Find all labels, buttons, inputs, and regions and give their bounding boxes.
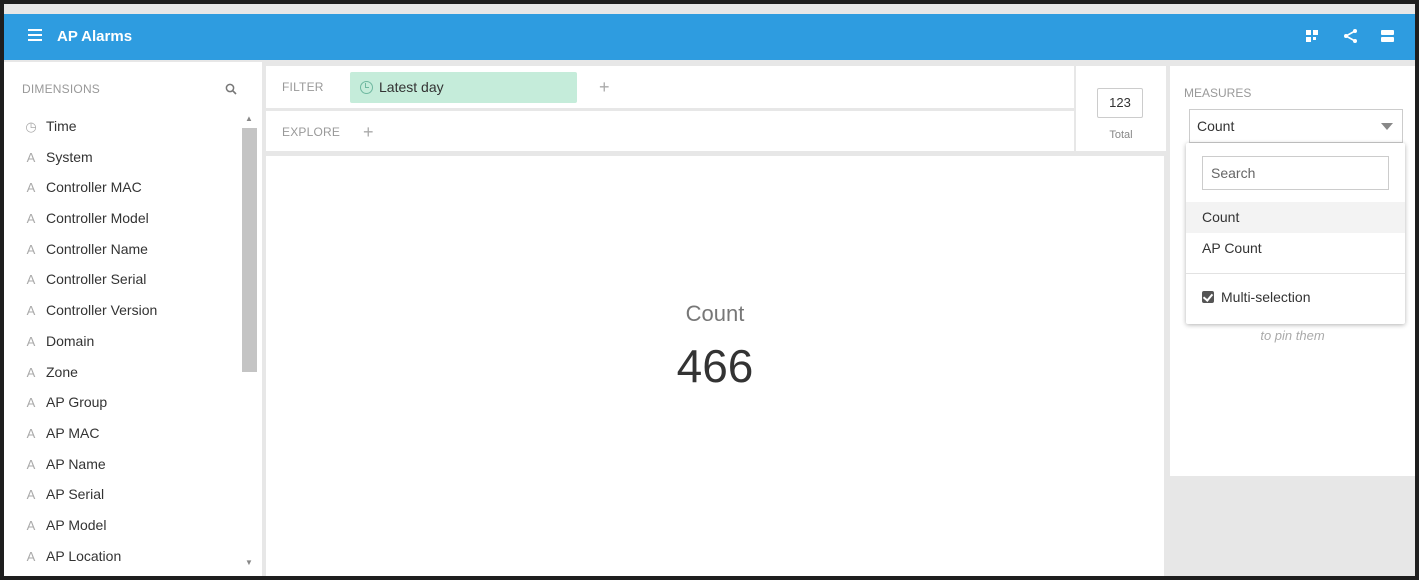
page-title: AP Alarms (57, 28, 133, 45)
string-icon: A (26, 517, 36, 533)
dimension-item[interactable]: A AP Name (4, 449, 240, 480)
measure-option[interactable]: Count (1186, 202, 1405, 233)
multi-selection-label: Multi-selection (1221, 289, 1311, 305)
dimension-label: AP Name (46, 455, 106, 472)
dimension-item[interactable]: ◷ Time (4, 111, 240, 142)
dimension-item[interactable]: A Controller Version (4, 295, 240, 326)
dimensions-scrollbar[interactable]: ▲ ▼ (242, 114, 258, 574)
scroll-up-arrow-icon[interactable]: ▲ (245, 114, 253, 123)
header-bar: AP Alarms (4, 14, 1415, 60)
string-icon: A (26, 241, 36, 257)
dimensions-panel: DIMENSIONS ◷ Time A System A Controller MAC… (4, 62, 262, 576)
string-icon: A (26, 333, 36, 349)
string-icon: A (26, 180, 36, 196)
dimensions-heading: DIMENSIONS (22, 82, 101, 96)
measure-label: Count (685, 301, 745, 326)
measures-heading: MEASURES (1184, 86, 1252, 100)
dimension-label: Controller MAC (46, 179, 142, 196)
dimension-item[interactable]: A AP Serial (4, 479, 240, 510)
measure-dropdown: Count AP Count Multi-selection (1186, 143, 1405, 324)
dimension-item[interactable]: A System (4, 142, 240, 173)
multi-selection-toggle[interactable]: Multi-selection (1202, 289, 1310, 305)
total-label: Total (1109, 129, 1133, 141)
dimension-label: AP MAC (46, 424, 100, 441)
checkbox-checked-icon (1202, 291, 1214, 303)
dimension-label: Time (46, 118, 77, 134)
filter-pill-label: Latest day (379, 79, 444, 95)
chevron-down-icon (1381, 123, 1393, 130)
string-icon: A (26, 395, 36, 411)
measure-value: 466 (676, 340, 754, 392)
dimension-item[interactable]: A Zone (4, 357, 240, 388)
dimension-label: Zone (46, 363, 78, 380)
string-icon: A (26, 211, 36, 227)
filter-bar: FILTER Latest day + (266, 66, 1074, 108)
add-filter-button[interactable]: + (599, 78, 610, 96)
dimension-item[interactable]: A Controller Model (4, 203, 240, 234)
scrollbar-thumb[interactable] (242, 128, 257, 372)
dimension-item[interactable]: A Controller MAC (4, 172, 240, 203)
dimension-label: Controller Serial (46, 271, 147, 288)
scroll-down-arrow-icon[interactable]: ▼ (245, 558, 253, 567)
measure-option[interactable]: AP Count (1186, 233, 1405, 264)
dimension-label: Domain (46, 332, 95, 349)
explore-label: EXPLORE (282, 125, 341, 139)
dimension-label: Controller Version (46, 302, 158, 319)
share-icon[interactable] (1343, 28, 1359, 44)
search-icon[interactable] (225, 82, 237, 100)
string-icon: A (26, 272, 36, 288)
dimension-item[interactable]: A Controller Name (4, 234, 240, 265)
string-icon: A (26, 548, 36, 564)
dimension-label: System (46, 148, 93, 165)
measure-search-input[interactable] (1202, 156, 1389, 190)
dimension-item[interactable]: A Domain (4, 326, 240, 357)
filter-label: FILTER (282, 80, 324, 94)
add-explore-button[interactable]: + (363, 123, 374, 141)
total-value[interactable]: 123 (1097, 88, 1143, 118)
clock-icon: ◷ (25, 119, 37, 134)
dimension-label: Controller Name (46, 240, 148, 257)
dropdown-divider (1186, 273, 1405, 274)
dimension-label: AP Group (46, 394, 108, 411)
dimension-label: AP Serial (46, 486, 105, 503)
dimension-label: AP Model (46, 516, 107, 533)
string-icon: A (26, 364, 36, 380)
dimension-list: ◷ Time A System A Controller MAC A Controlle… (4, 111, 240, 571)
pin-hint: to pin them (1260, 328, 1325, 343)
filter-pill[interactable]: Latest day (350, 72, 577, 103)
app-frame: AP Alarms DIMENSIONS ◷ Time A System A Cont… (4, 4, 1415, 576)
split-view-icon[interactable] (1380, 28, 1396, 44)
dimension-item[interactable]: A AP Model (4, 510, 240, 541)
measure-select-value: Count (1197, 118, 1235, 134)
explore-bar: EXPLORE + (266, 111, 1074, 151)
dimension-item[interactable]: A AP MAC (4, 418, 240, 449)
string-icon: A (26, 149, 36, 165)
total-panel: 123 Total (1076, 66, 1166, 151)
dimension-item[interactable]: A Controller Serial (4, 264, 240, 295)
dimension-item[interactable]: A AP Group (4, 387, 240, 418)
dimension-label: Controller Model (46, 210, 149, 227)
string-icon: A (26, 456, 36, 472)
measure-select[interactable]: Count (1189, 109, 1403, 143)
layout-grid-icon[interactable] (1305, 28, 1321, 44)
string-icon: A (26, 303, 36, 319)
clock-icon (360, 81, 373, 94)
string-icon: A (26, 425, 36, 441)
string-icon: A (26, 487, 36, 503)
visualization-area: Count 466 (266, 156, 1164, 576)
hamburger-menu-icon[interactable] (28, 29, 42, 41)
dimension-label: AP Location (46, 547, 122, 564)
dimension-item[interactable]: A AP Location (4, 541, 240, 572)
